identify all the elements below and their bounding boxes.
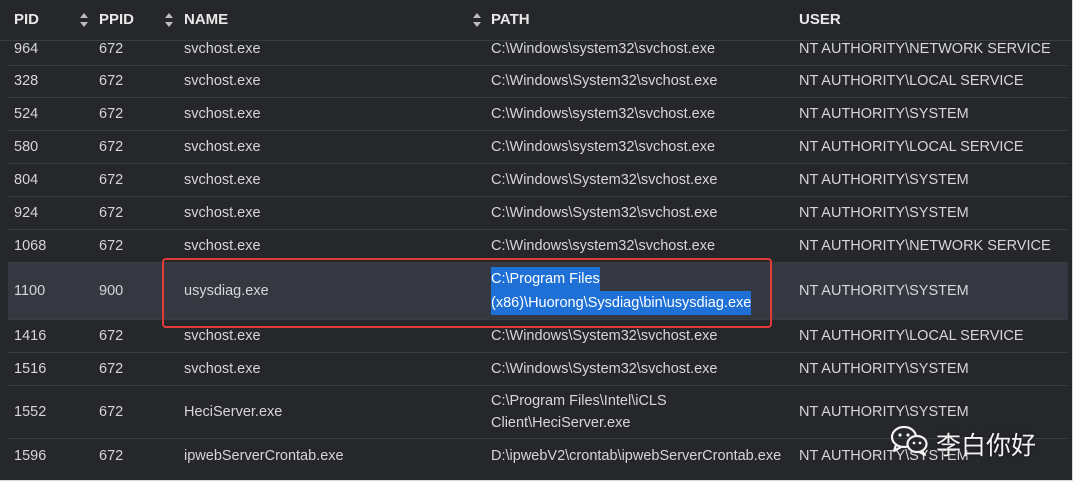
wechat-icon: [890, 424, 928, 463]
user-cell: NT AUTHORITY\LOCAL SERVICE: [799, 328, 1024, 344]
pid-cell: 1416: [14, 328, 47, 344]
table-row[interactable]: 1068 672 svchost.exe C:\Windows\system32…: [8, 230, 1068, 263]
user-cell: NT AUTHORITY\LOCAL SERVICE: [799, 139, 1024, 155]
table-row[interactable]: 580 672 svchost.exe C:\Windows\system32\…: [8, 131, 1068, 164]
table-row-selected[interactable]: 1100 900 usysdiag.exe C:\Program Files (…: [8, 263, 1068, 320]
ppid-cell: 672: [99, 205, 124, 221]
table-row[interactable]: 1516 672 svchost.exe C:\Windows\System32…: [8, 353, 1068, 386]
name-cell: svchost.exe: [184, 238, 261, 254]
sort-icon[interactable]: [472, 12, 482, 28]
user-cell: NT AUTHORITY\LOCAL SERVICE: [799, 73, 1024, 89]
path-cell: C:\Windows\System32\svchost.exe: [491, 172, 718, 188]
column-header-name[interactable]: NAME: [184, 0, 228, 40]
column-header-path[interactable]: PATH: [491, 0, 530, 40]
user-cell: NT AUTHORITY\SYSTEM: [799, 361, 969, 377]
path-cell: C:\Windows\System32\svchost.exe: [491, 361, 718, 377]
path-cell: D:\ipwebV2\crontab\ipwebServerCrontab.ex…: [491, 448, 782, 464]
user-cell: NT AUTHORITY\SYSTEM: [799, 283, 969, 299]
path-cell: C:\Windows\system32\svchost.exe: [491, 238, 716, 254]
pid-cell: 924: [14, 205, 39, 221]
name-cell: svchost.exe: [184, 205, 261, 221]
pid-cell: 804: [14, 172, 39, 188]
path-cell: C:\Windows\system32\svchost.exe: [491, 106, 716, 122]
ppid-cell: 672: [99, 73, 124, 89]
pid-cell: 1100: [14, 283, 46, 299]
name-cell: ipwebServerCrontab.exe: [184, 448, 344, 464]
sort-icon[interactable]: [79, 12, 89, 28]
column-header-user[interactable]: USER: [799, 0, 841, 40]
ppid-cell: 672: [99, 106, 124, 122]
user-cell: NT AUTHORITY\SYSTEM: [799, 106, 969, 122]
name-cell: svchost.exe: [184, 328, 261, 344]
selected-text: C:\Program Files: [491, 267, 600, 291]
table-header: PID PPID NAME PATH USER: [0, 0, 1072, 41]
pid-cell: 328: [14, 73, 39, 89]
name-cell: usysdiag.exe: [184, 283, 269, 299]
pid-cell: 1068: [14, 238, 47, 254]
ppid-cell: 672: [99, 448, 124, 464]
user-cell: NT AUTHORITY\NETWORK SERVICE: [799, 238, 1051, 254]
ppid-cell: 672: [99, 139, 124, 155]
path-line: Client\HeciServer.exe: [491, 415, 631, 431]
table-row[interactable]: 1416 672 svchost.exe C:\Windows\System32…: [8, 320, 1068, 353]
path-cell: C:\Windows\System32\svchost.exe: [491, 328, 718, 344]
column-header-ppid[interactable]: PPID: [99, 0, 134, 40]
name-cell: HeciServer.exe: [184, 404, 283, 420]
ppid-cell: 672: [99, 404, 124, 420]
column-header-pid[interactable]: PID: [14, 0, 39, 40]
ppid-cell: 672: [99, 328, 124, 344]
user-cell: NT AUTHORITY\SYSTEM: [799, 205, 969, 221]
table-row[interactable]: 524 672 svchost.exe C:\Windows\system32\…: [8, 98, 1068, 131]
watermark-text: 李白你好: [936, 431, 1037, 460]
watermark: 李白你好: [890, 424, 1036, 463]
user-cell: NT AUTHORITY\SYSTEM: [799, 172, 969, 188]
pid-cell: 580: [14, 139, 39, 155]
name-cell: svchost.exe: [184, 172, 261, 188]
table-row[interactable]: 328 672 svchost.exe C:\Windows\System32\…: [8, 65, 1068, 98]
ppid-cell: 672: [99, 361, 124, 377]
table-row[interactable]: 804 672 svchost.exe C:\Windows\System32\…: [8, 164, 1068, 197]
name-cell: svchost.exe: [184, 361, 261, 377]
path-cell: C:\Windows\System32\svchost.exe: [491, 73, 718, 89]
pid-cell: 524: [14, 106, 39, 122]
path-cell: C:\Program Files (x86)\Huorong\Sysdiag\b…: [491, 263, 781, 319]
ppid-cell: 900: [99, 283, 124, 299]
selected-text: (x86)\Huorong\Sysdiag\bin\usysdiag.exe: [491, 291, 752, 315]
name-cell: svchost.exe: [184, 106, 261, 122]
path-cell: C:\Windows\System32\svchost.exe: [491, 205, 718, 221]
sort-icon[interactable]: [164, 12, 174, 28]
name-cell: svchost.exe: [184, 139, 261, 155]
ppid-cell: 672: [99, 238, 124, 254]
table-row[interactable]: 924 672 svchost.exe C:\Windows\System32\…: [8, 197, 1068, 230]
pid-cell: 1596: [14, 448, 47, 464]
pid-cell: 1516: [14, 361, 47, 377]
process-table: PID PPID NAME PATH USER 964 672 svchost.…: [0, 0, 1073, 481]
path-cell: C:\Windows\system32\svchost.exe: [491, 139, 716, 155]
pid-cell: 1552: [14, 404, 47, 420]
name-cell: svchost.exe: [184, 73, 261, 89]
ppid-cell: 672: [99, 172, 124, 188]
path-cell: C:\Program Files\Intel\iCLS Client\HeciS…: [491, 386, 781, 438]
path-line: C:\Program Files\Intel\iCLS: [491, 393, 667, 409]
